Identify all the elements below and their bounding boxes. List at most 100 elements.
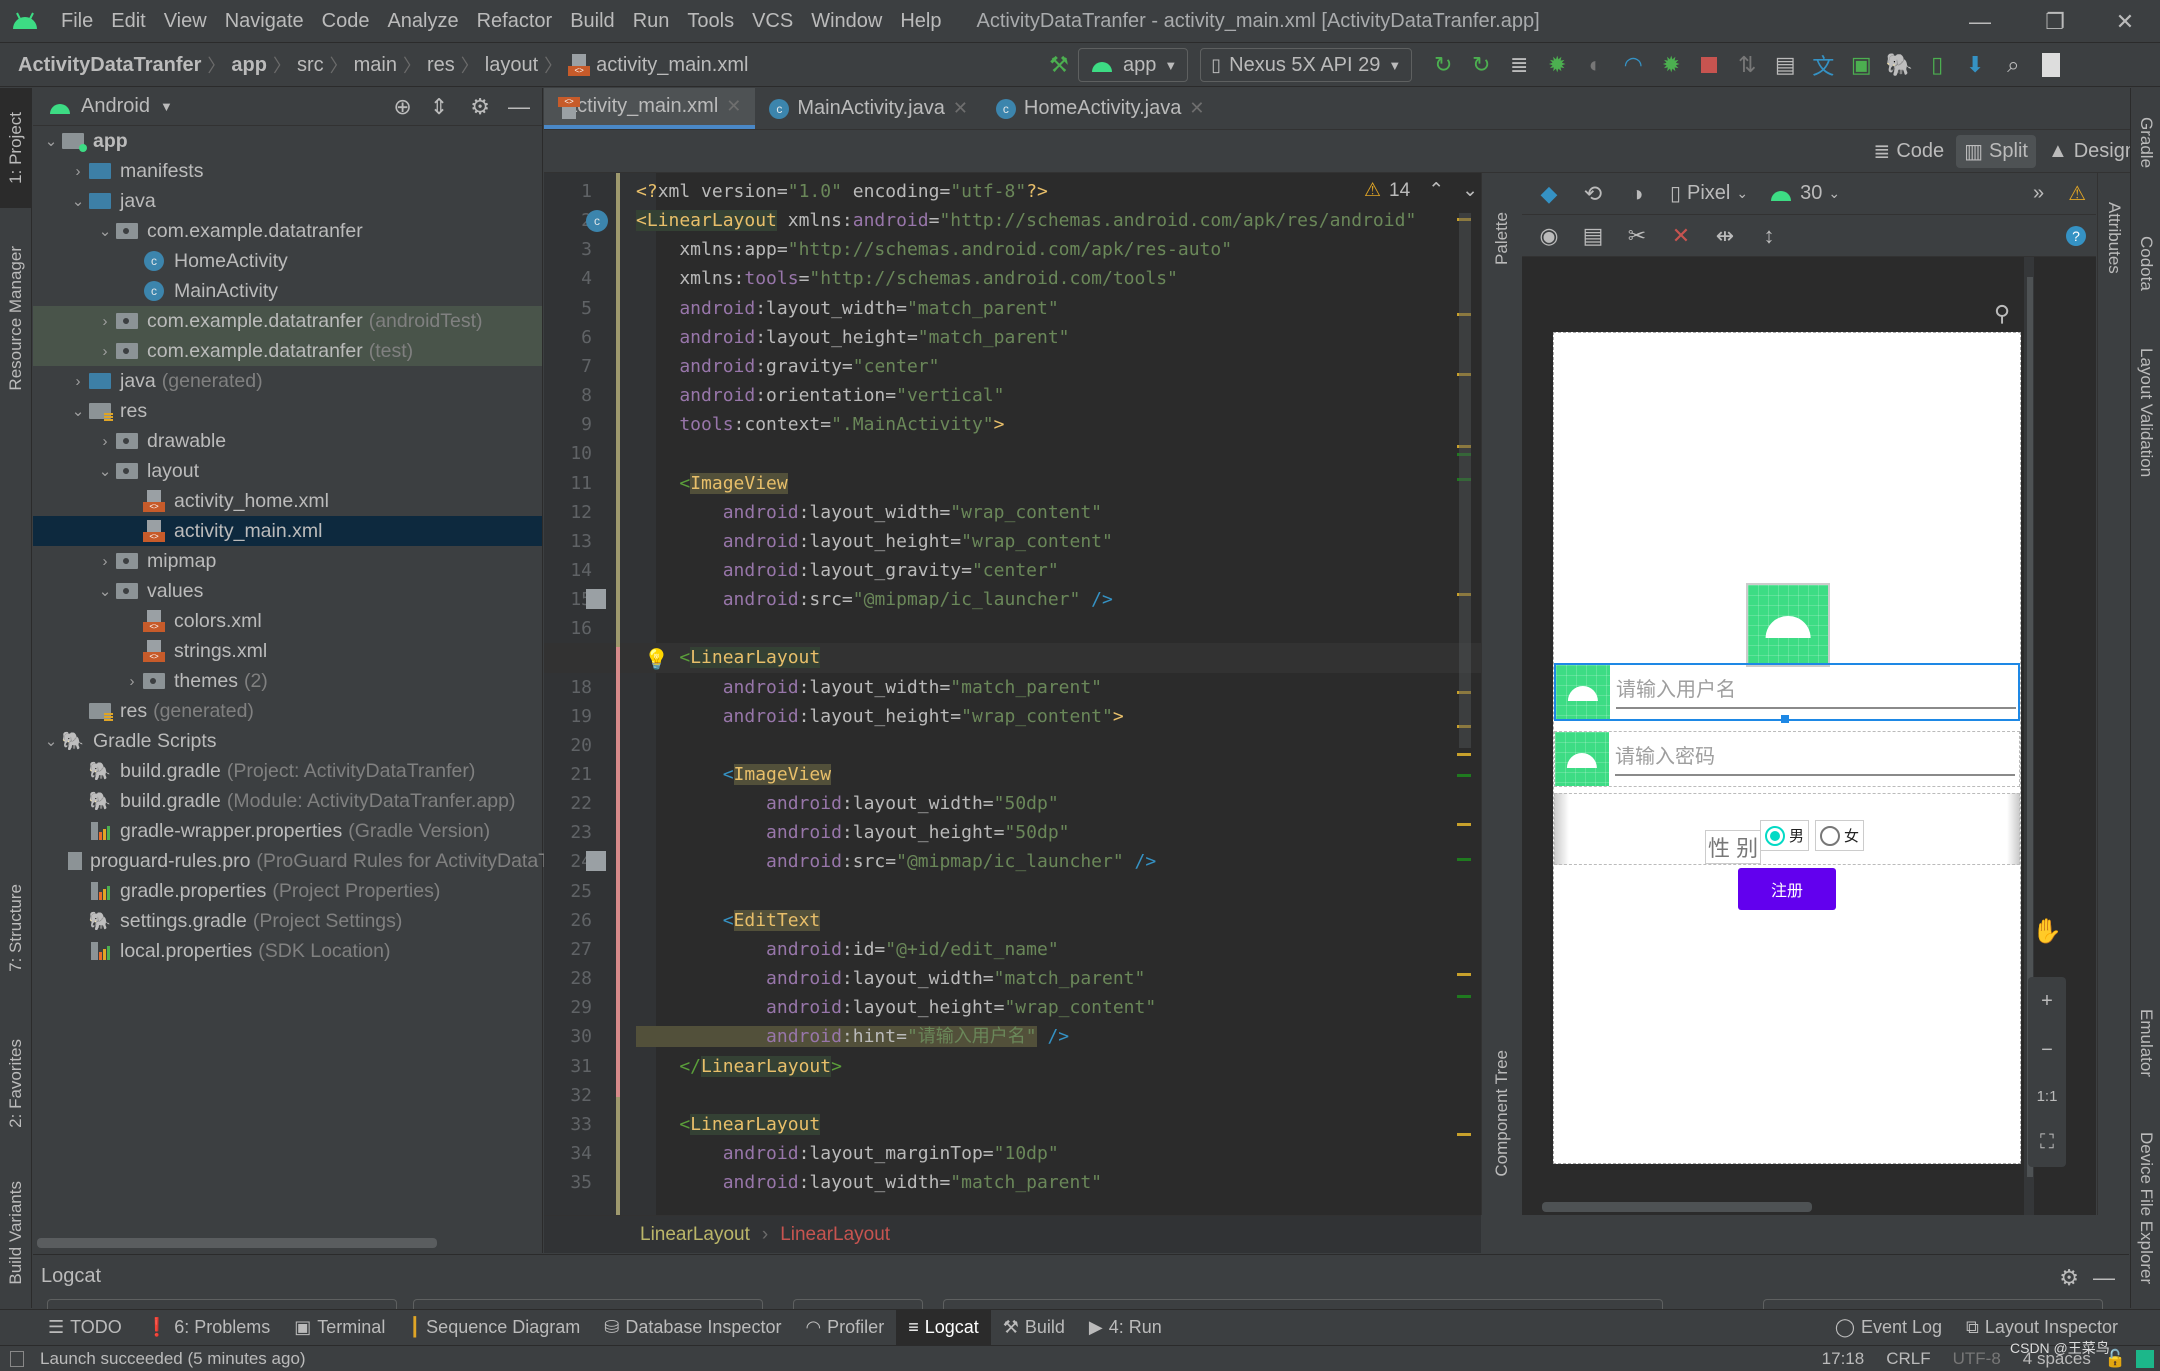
- editor-tab[interactable]: c HomeActivity.java ✕: [982, 88, 1219, 129]
- chevron-right-icon[interactable]: ›: [122, 673, 142, 690]
- chevron-down-icon[interactable]: ⌄: [68, 192, 88, 210]
- zoom-to-fit-icon[interactable]: ⛶: [2040, 1131, 2054, 1154]
- error-stripe-mark[interactable]: [1457, 858, 1471, 861]
- error-stripe-mark[interactable]: [1457, 1133, 1471, 1136]
- gear-icon[interactable]: ⚙: [470, 94, 490, 120]
- chevron-down-icon[interactable]: ⌄: [95, 222, 115, 240]
- chevron-down-icon[interactable]: ⌄: [95, 462, 115, 480]
- tree-item[interactable]: ⌄ app: [33, 126, 542, 156]
- tree-item[interactable]: ⌄ 🐘 Gradle Scripts: [33, 726, 542, 756]
- code-line[interactable]: [544, 439, 1481, 469]
- breadcrumb-item[interactable]: res: [421, 54, 461, 77]
- device-manager-icon[interactable]: ▯: [1918, 46, 1956, 84]
- stop-icon[interactable]: [1690, 46, 1728, 84]
- editor-tab[interactable]: c MainActivity.java ✕: [755, 88, 982, 129]
- tree-item[interactable]: res (generated): [33, 696, 542, 726]
- bottom-tab[interactable]: ┃ Sequence Diagram: [397, 1310, 592, 1346]
- bottom-tab[interactable]: ▣ Terminal: [282, 1310, 397, 1346]
- tree-item[interactable]: local.properties (SDK Location): [33, 936, 542, 966]
- zoom-in-icon[interactable]: +: [2041, 990, 2053, 1013]
- debug-bug-icon[interactable]: ✹: [1538, 46, 1576, 84]
- code-line[interactable]: android:layout_width="wrap_content": [544, 498, 1481, 528]
- chevron-down-icon[interactable]: ⌄: [41, 732, 61, 750]
- vertical-scrollbar[interactable]: [1459, 213, 1471, 748]
- canvas-horizontal-scrollbar[interactable]: [1542, 1202, 1812, 1212]
- gender-radio-male[interactable]: 男: [1760, 820, 1810, 851]
- chevron-down-icon[interactable]: ⌄: [68, 402, 88, 420]
- bottom-tab[interactable]: ◯ Event Log: [1823, 1310, 1954, 1346]
- breadcrumb-item[interactable]: ActivityDataTranfer: [12, 54, 207, 77]
- device-dropdown[interactable]: [47, 1299, 397, 1309]
- tree-item[interactable]: <> strings.xml: [33, 636, 542, 666]
- file-encoding[interactable]: UTF-8: [1953, 1349, 2001, 1369]
- device-select[interactable]: ▯ Nexus 5X API 29 ▼: [1200, 48, 1413, 82]
- view-mode-split-button[interactable]: ▥ Split: [1956, 135, 2036, 168]
- search-icon[interactable]: ⌕: [1994, 46, 2032, 84]
- horizontal-scrollbar[interactable]: [37, 1238, 437, 1248]
- code-line[interactable]: android:layout_height="wrap_content": [544, 993, 1481, 1023]
- menu-help[interactable]: Help: [891, 0, 950, 43]
- code-line[interactable]: android:layout_width="match_parent": [544, 673, 1481, 703]
- menu-analyze[interactable]: Analyze: [378, 0, 467, 43]
- code-line[interactable]: android:layout_height="match_parent": [544, 323, 1481, 353]
- code-line[interactable]: [544, 731, 1481, 761]
- bottom-tab[interactable]: ❗ 6: Problems: [134, 1310, 282, 1346]
- line-separator[interactable]: CRLF: [1886, 1349, 1930, 1369]
- palette-tab[interactable]: Palette: [1482, 183, 1522, 293]
- tool-tab-build-variants[interactable]: Build Variants: [0, 1168, 32, 1298]
- code-line[interactable]: [544, 877, 1481, 907]
- username-input[interactable]: 请输入用户名: [1616, 673, 2016, 709]
- tree-item[interactable]: › java (generated): [33, 366, 542, 396]
- username-row[interactable]: 请输入用户名: [1554, 663, 2020, 723]
- tree-item[interactable]: gradle.properties (Project Properties): [33, 876, 542, 906]
- breadcrumb-item[interactable]: src: [291, 54, 330, 77]
- clear-constraints-icon[interactable]: ✕: [1662, 217, 1700, 255]
- toggle-tool-windows-icon[interactable]: [10, 1350, 24, 1367]
- bottom-tab[interactable]: ▶ 4: Run: [1077, 1310, 1174, 1346]
- bottom-tab[interactable]: ☰ TODO: [36, 1310, 134, 1346]
- tree-item[interactable]: › com.example.datatranfer (test): [33, 336, 542, 366]
- register-button[interactable]: 注册: [1738, 868, 1836, 910]
- pan-hand-icon[interactable]: ✋: [2032, 917, 2062, 946]
- chevron-right-icon[interactable]: ›: [95, 313, 115, 330]
- tree-item[interactable]: <> activity_main.xml: [33, 516, 542, 546]
- code-line[interactable]: <LinearLayout: [544, 1110, 1481, 1140]
- code-line[interactable]: android:layout_gravity="center": [544, 556, 1481, 586]
- device-preview-select[interactable]: ▯ Pixel ⌄: [1670, 181, 1748, 206]
- editor-tab[interactable]: <> activity_main.xml ✕: [544, 88, 756, 129]
- layout-preview[interactable]: 请输入用户名 请输入密码 性 别 男 女 注册: [1553, 332, 2021, 1164]
- chevron-right-icon[interactable]: ›: [68, 163, 88, 180]
- project-structure-icon[interactable]: ▤: [1766, 46, 1804, 84]
- chevron-down-icon[interactable]: ⌄: [95, 582, 115, 600]
- attach-debugger-icon[interactable]: ✹: [1652, 46, 1690, 84]
- hide-panel-icon[interactable]: —: [508, 94, 530, 120]
- password-input[interactable]: 请输入密码: [1615, 740, 2015, 776]
- code-line[interactable]: tools:context=".MainActivity">: [544, 410, 1481, 440]
- tree-item[interactable]: 🐘 build.gradle (Project: ActivityDataTranf…: [33, 756, 542, 786]
- menu-view[interactable]: View: [155, 0, 216, 43]
- code-line[interactable]: <ImageView: [544, 760, 1481, 790]
- code-line[interactable]: xmlns:tools="http://schemas.android.com/…: [544, 264, 1481, 294]
- hide-panel-icon[interactable]: —: [2093, 1265, 2115, 1291]
- log-level-dropdown[interactable]: [793, 1299, 923, 1309]
- avd-manager-icon[interactable]: ▣: [1842, 46, 1880, 84]
- collapse-all-icon[interactable]: ⇕: [430, 94, 448, 120]
- more-icon[interactable]: »: [2033, 182, 2044, 205]
- menu-navigate[interactable]: Navigate: [216, 0, 313, 43]
- code-line[interactable]: android:layout_height="wrap_content">: [544, 702, 1481, 732]
- close-tab-icon[interactable]: ✕: [953, 98, 968, 119]
- attributes-tab[interactable]: Attributes: [2098, 183, 2130, 293]
- process-dropdown[interactable]: [413, 1299, 763, 1309]
- run-config-select[interactable]: app ▼: [1078, 48, 1189, 82]
- view-mode-code-button[interactable]: ≣ Code: [1866, 135, 1953, 168]
- chevron-right-icon[interactable]: ›: [95, 433, 115, 450]
- breadcrumb-item[interactable]: app: [225, 54, 273, 77]
- view-mode-design-button[interactable]: ▲ Design: [2040, 135, 2144, 168]
- minimize-button[interactable]: —: [1950, 0, 2010, 43]
- codota-status-icon[interactable]: [2136, 1349, 2154, 1368]
- tree-item[interactable]: ⌄ values: [33, 576, 542, 606]
- tree-item[interactable]: ⌄ com.example.datatranfer: [33, 216, 542, 246]
- blueprint-icon[interactable]: ▤: [1574, 217, 1612, 255]
- menu-vcs[interactable]: VCS: [743, 0, 802, 43]
- class-icon[interactable]: c: [586, 210, 608, 233]
